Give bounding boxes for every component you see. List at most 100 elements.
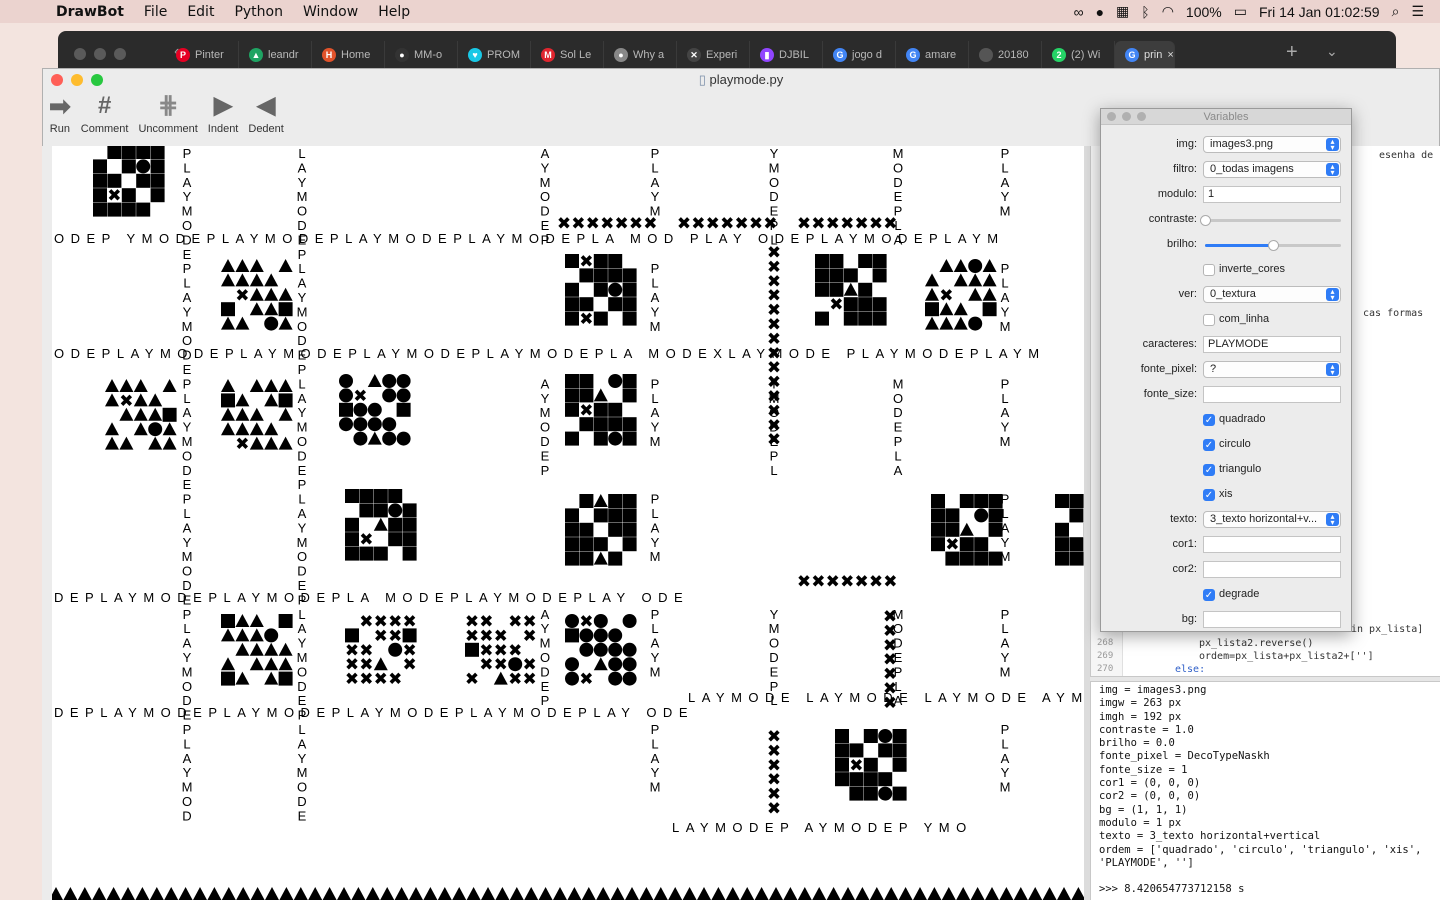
bluetooth-icon[interactable]: ᛒ [1141, 4, 1149, 20]
panel-close-icon[interactable] [1107, 112, 1116, 121]
ver-select[interactable]: 0_textura ▴ ▾ [1203, 286, 1341, 303]
canvas-glyph: P [1001, 146, 1010, 161]
canvas-shape [608, 268, 623, 283]
browser-tab[interactable]: ♥ PROM [458, 41, 531, 69]
canvas-shape [565, 388, 579, 403]
menu-app-drawbot[interactable]: DrawBot [46, 4, 134, 20]
circulo-checkbox[interactable]: ✓ [1203, 439, 1215, 451]
spotlight-search-icon[interactable]: ⌕ [1392, 3, 1400, 20]
dedent-button[interactable]: ◀ Dedent [248, 91, 283, 135]
tab-list-chevron-icon[interactable]: ⌄ [1326, 43, 1338, 60]
wifi-icon[interactable]: ◠ [1162, 3, 1174, 20]
fonte-size-field[interactable] [1203, 386, 1341, 403]
inverte-cores-checkbox[interactable] [1203, 264, 1215, 276]
slider-knob[interactable] [1268, 240, 1279, 251]
canvas-shape [278, 671, 293, 686]
var-inverte-row: inverte_cores [1101, 260, 1353, 280]
browser-tab[interactable]: 20180 [969, 41, 1042, 69]
output-console[interactable]: img = images3.png imgw = 263 px imgh = 1… [1090, 682, 1440, 900]
brilho-slider[interactable] [1205, 240, 1341, 251]
panel-minimize-icon[interactable] [1122, 112, 1131, 121]
canvas-shape [829, 268, 844, 283]
canvas-glyph: A [298, 160, 307, 175]
comment-button[interactable]: # Comment [81, 91, 129, 135]
window-title: playmode.py [709, 72, 784, 87]
canvas-shape [278, 393, 293, 408]
triangulo-checkbox[interactable]: ✓ [1203, 464, 1215, 476]
circulo-label: circulo [1219, 438, 1251, 450]
browser-tab[interactable]: ● MM-o [385, 41, 458, 69]
canvas-shape [367, 417, 382, 432]
panel-zoom-icon[interactable] [1137, 112, 1146, 121]
clock[interactable]: Fri 14 Jan 01:02:59 [1259, 4, 1380, 20]
contraste-slider[interactable] [1200, 215, 1341, 226]
status-area: ∞ ● ▦ ᛒ ◠ 100% ▭ Fri 14 Jan 01:02:59 ⌕ ☰ [1074, 0, 1440, 23]
indent-button[interactable]: ▶ Indent [208, 91, 239, 135]
browser-tab[interactable]: ● Why a [604, 41, 677, 69]
filtro-select[interactable]: 0_todas imagens ▴ ▾ [1203, 161, 1341, 178]
creative-cloud-icon[interactable]: ∞ [1074, 4, 1084, 20]
canvas-shape [235, 628, 250, 642]
com-linha-checkbox[interactable] [1203, 314, 1215, 326]
xis-checkbox[interactable]: ✓ [1203, 489, 1215, 501]
uncomment-button[interactable]: ⋕ Uncomment [138, 91, 197, 135]
canvas-glyph: L [298, 492, 305, 507]
canvas-shape [608, 494, 623, 508]
quadrado-checkbox[interactable]: ✓ [1203, 414, 1215, 426]
close-window-icon[interactable] [51, 74, 63, 86]
menu-edit[interactable]: Edit [177, 4, 224, 20]
minimize-window-icon[interactable] [71, 74, 83, 86]
run-button[interactable]: ➡ Run [49, 91, 71, 135]
browser-tab[interactable]: M Sol Le [531, 41, 604, 69]
cor1-field[interactable] [1203, 536, 1341, 553]
canvas-shape [105, 379, 119, 392]
zoom-window-icon[interactable] [91, 74, 103, 86]
control-center-icon[interactable]: ☰ [1411, 3, 1424, 20]
menu-python[interactable]: Python [224, 4, 293, 20]
canvas-glyph: O [182, 564, 192, 579]
texto-select[interactable]: 3_texto horizontal+v... ▴ ▾ [1203, 511, 1341, 528]
canvas-shape [388, 517, 403, 532]
battery-percent[interactable]: 100% [1186, 4, 1222, 20]
img-select[interactable]: images3.png ▴ ▾ [1203, 136, 1341, 153]
canvas-shape: ✖ [388, 670, 402, 690]
caracteres-field[interactable]: PLAYMODE [1203, 336, 1341, 353]
fonte-pixel-select[interactable]: ? ▴ ▾ [1203, 361, 1341, 378]
menu-help[interactable]: Help [368, 4, 420, 20]
new-tab-icon[interactable]: + [1286, 41, 1298, 64]
canvas-shape [394, 887, 409, 900]
battery-icon[interactable]: ▭ [1234, 3, 1247, 20]
browser-tab[interactable]: Gprin × [1115, 41, 1175, 69]
browser-tab[interactable]: Gjogo d [823, 41, 896, 69]
tab-favicon-icon: 2 [1052, 48, 1066, 62]
browser-close-icon[interactable] [74, 48, 86, 60]
tab-close-icon[interactable]: × [1167, 49, 1173, 61]
drawing-canvas[interactable]: PLAYMODEPLAYMODEPLAYMODEPLAYMODEPLAYMODE… [52, 146, 1084, 900]
cor2-field[interactable] [1203, 561, 1341, 578]
calendar-icon[interactable]: ▦ [1116, 3, 1129, 20]
canvas-shape [931, 522, 945, 537]
canvas-glyph: A [1001, 175, 1010, 190]
popup-arrows-icon: ▴ ▾ [1326, 138, 1339, 152]
browser-tab[interactable]: ▲ leandr [239, 41, 312, 69]
tab-label: 20180 [998, 49, 1029, 61]
browser-tab[interactable]: ▮ DJBIL [750, 41, 823, 69]
browser-tab[interactable]: 2 (2) Wi [1042, 41, 1115, 69]
degrade-checkbox[interactable]: ✓ [1203, 589, 1215, 601]
bg-field[interactable] [1203, 611, 1341, 628]
browser-tab[interactable]: P Pinter [166, 41, 239, 69]
canvas-shape [221, 379, 235, 392]
status-circle-icon[interactable]: ● [1096, 4, 1104, 20]
canvas-glyph: M [182, 549, 193, 564]
canvas-shape: ✖ [508, 612, 522, 632]
browser-tab[interactable]: Gamare [896, 41, 969, 69]
browser-zoom-icon[interactable] [114, 48, 126, 60]
menu-window[interactable]: Window [293, 4, 368, 20]
browser-minimize-icon[interactable] [94, 48, 106, 60]
browser-tab[interactable]: ✕ Experi [677, 41, 750, 69]
browser-tab[interactable]: H Home [312, 41, 385, 69]
menu-file[interactable]: File [134, 4, 177, 20]
slider-knob[interactable] [1200, 215, 1211, 226]
modulo-field[interactable]: 1 [1203, 186, 1341, 203]
canvas-shape [367, 374, 382, 387]
